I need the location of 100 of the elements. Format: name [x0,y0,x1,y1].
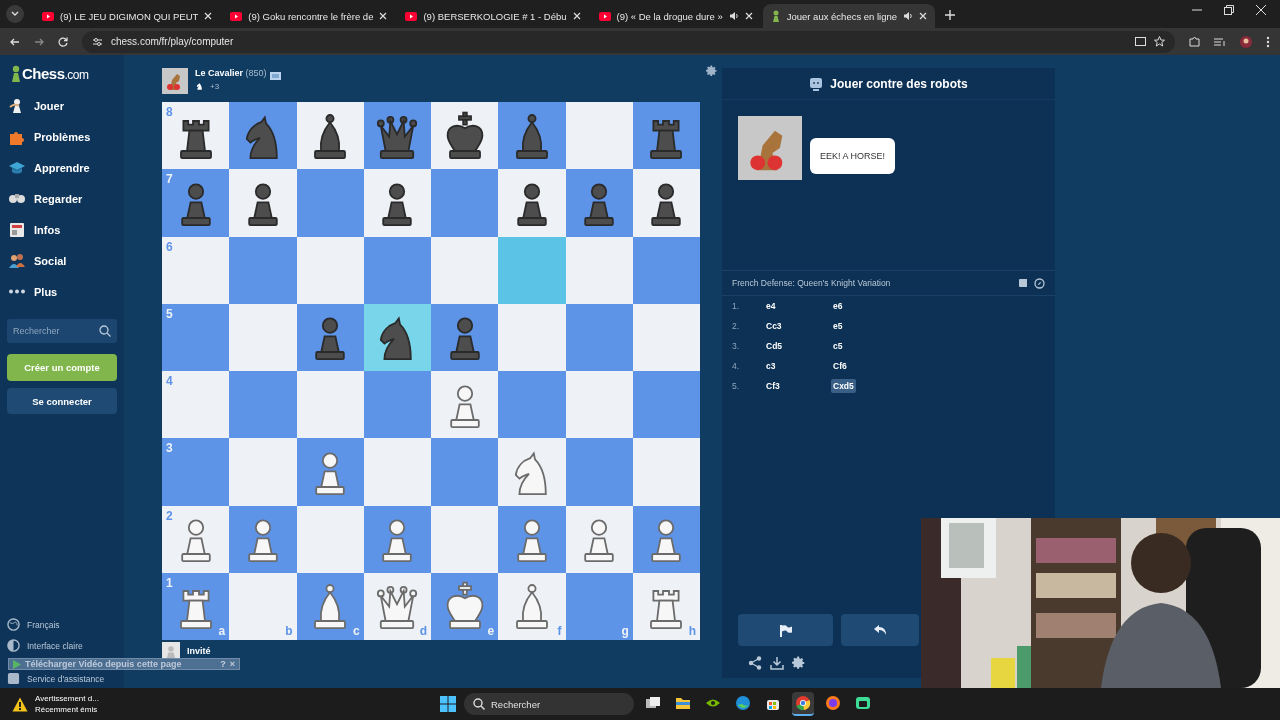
file-label: e [487,624,495,638]
rank-label: 7 [166,172,173,187]
nav-link[interactable]: Social [34,254,67,267]
move-number: 4. [732,361,741,371]
footer-link[interactable]: Interface claire [27,640,83,651]
notification-title[interactable]: Avertissement d... [35,694,99,703]
windows-logo-icon[interactable] [440,696,456,712]
share-icon[interactable] [748,656,762,670]
restore-icon[interactable] [1224,5,1234,15]
move-number: 2. [732,321,741,331]
contrast-icon [7,639,20,652]
nav-link[interactable]: Infos [34,223,61,236]
nav-link[interactable]: Jouer [34,99,64,112]
browser-tab[interactable]: Jouer aux échecs en ligne [762,4,936,28]
browser-icon [735,695,751,711]
taskbar-search[interactable]: Rechercher [464,693,634,715]
close-icon[interactable] [379,12,388,20]
move[interactable]: e5 [831,319,845,333]
rank-label: 5 [166,306,173,321]
move[interactable]: e6 [831,299,845,313]
board-square[interactable] [363,102,431,170]
play-logo-icon [598,11,611,21]
browser-tab[interactable]: (9) Goku rencontre le frère de [222,4,396,28]
profile-icon[interactable] [1240,35,1252,48]
reload-icon[interactable] [58,36,68,47]
plus-icon[interactable] [945,10,956,20]
knight-icon [195,81,204,91]
download-icon[interactable] [770,656,784,670]
move[interactable]: Cxd5 [831,379,856,393]
rank-label: 1 [166,575,173,590]
close-icon[interactable] [744,12,753,20]
move[interactable]: Cf6 [831,359,849,373]
flag-icon [269,72,281,80]
move[interactable]: c3 [764,359,778,373]
board-square[interactable] [431,303,499,371]
forward-icon[interactable] [34,36,44,47]
move[interactable]: e4 [764,299,778,313]
install-icon[interactable] [1135,36,1146,47]
logo-text[interactable]: Chess.com [22,65,89,82]
compass-icon[interactable] [1034,277,1045,289]
warning-icon [12,696,28,712]
file-label: d [419,624,427,638]
board-square[interactable] [632,102,700,170]
browser-icon [795,695,811,711]
board-square[interactable] [296,102,364,170]
nav-link[interactable]: Apprendre [34,161,90,174]
nav-link[interactable]: Regarder [34,192,83,205]
browser-tab[interactable]: (9) LE JEU DIGIMON QUI PEUT [34,4,221,28]
player-name: Le Cavalier (850) [195,68,267,78]
board-square[interactable] [363,303,431,371]
file-label: g [621,624,629,638]
url-text: chess.com/fr/play/computer [111,36,235,47]
close-icon[interactable] [919,12,928,20]
back-icon[interactable] [10,36,20,47]
file-label: c [353,624,360,638]
more-icon[interactable] [1266,35,1270,48]
login-button[interactable]: Se connecter [7,388,117,414]
close-icon[interactable] [204,12,213,20]
resign-button[interactable] [738,614,833,646]
more-icon [8,289,26,294]
board-square[interactable] [498,169,566,237]
taskbar-app[interactable] [792,692,814,716]
settings-icon[interactable] [792,656,806,670]
star-icon[interactable] [1154,36,1165,47]
rank-label: 2 [166,508,173,523]
play-logo-icon [230,11,243,21]
move[interactable]: Cf3 [764,379,782,393]
board-square[interactable] [363,169,431,237]
tab-search-button[interactable] [6,5,24,23]
rank-label: 4 [166,374,173,388]
panel-title: Jouer contre des robots [830,76,968,91]
move-number: 5. [732,381,741,391]
settings-icon[interactable] [706,65,718,77]
media-icon[interactable] [1214,36,1226,47]
footer-link[interactable]: Français [27,619,60,630]
board-square[interactable] [431,102,499,170]
speaker-icon[interactable] [728,11,739,21]
app-icon [855,695,871,711]
browser-tab[interactable]: (9) BERSERKOLOGIE # 1 - Débu [397,4,589,28]
footer-link[interactable]: Service d'assistance [27,673,105,684]
move[interactable]: Cc3 [764,319,784,333]
move[interactable]: c5 [831,339,845,353]
close-icon[interactable] [572,12,581,20]
board-square[interactable] [632,169,700,237]
board-square[interactable] [296,303,364,371]
file-label: b [285,624,293,638]
move[interactable]: Cd5 [764,339,785,353]
board-square[interactable] [229,169,297,237]
file-label: f [557,624,562,638]
nav-link[interactable]: Plus [34,285,58,298]
binoculars-icon [8,193,26,204]
address-bar[interactable]: chess.com/fr/play/computer [82,30,1175,53]
browser-tab[interactable]: (9) « De la drogue dure » [590,4,761,28]
opening-name: French Defense: Queen's Knight Variation [732,278,892,288]
move-number: 3. [732,341,741,351]
search-icon[interactable] [99,325,111,337]
speaker-icon[interactable] [903,11,914,21]
nav-link[interactable]: Problèmes [34,130,91,143]
search-field[interactable]: Rechercher [7,319,117,343]
close-icon[interactable] [1256,5,1266,15]
